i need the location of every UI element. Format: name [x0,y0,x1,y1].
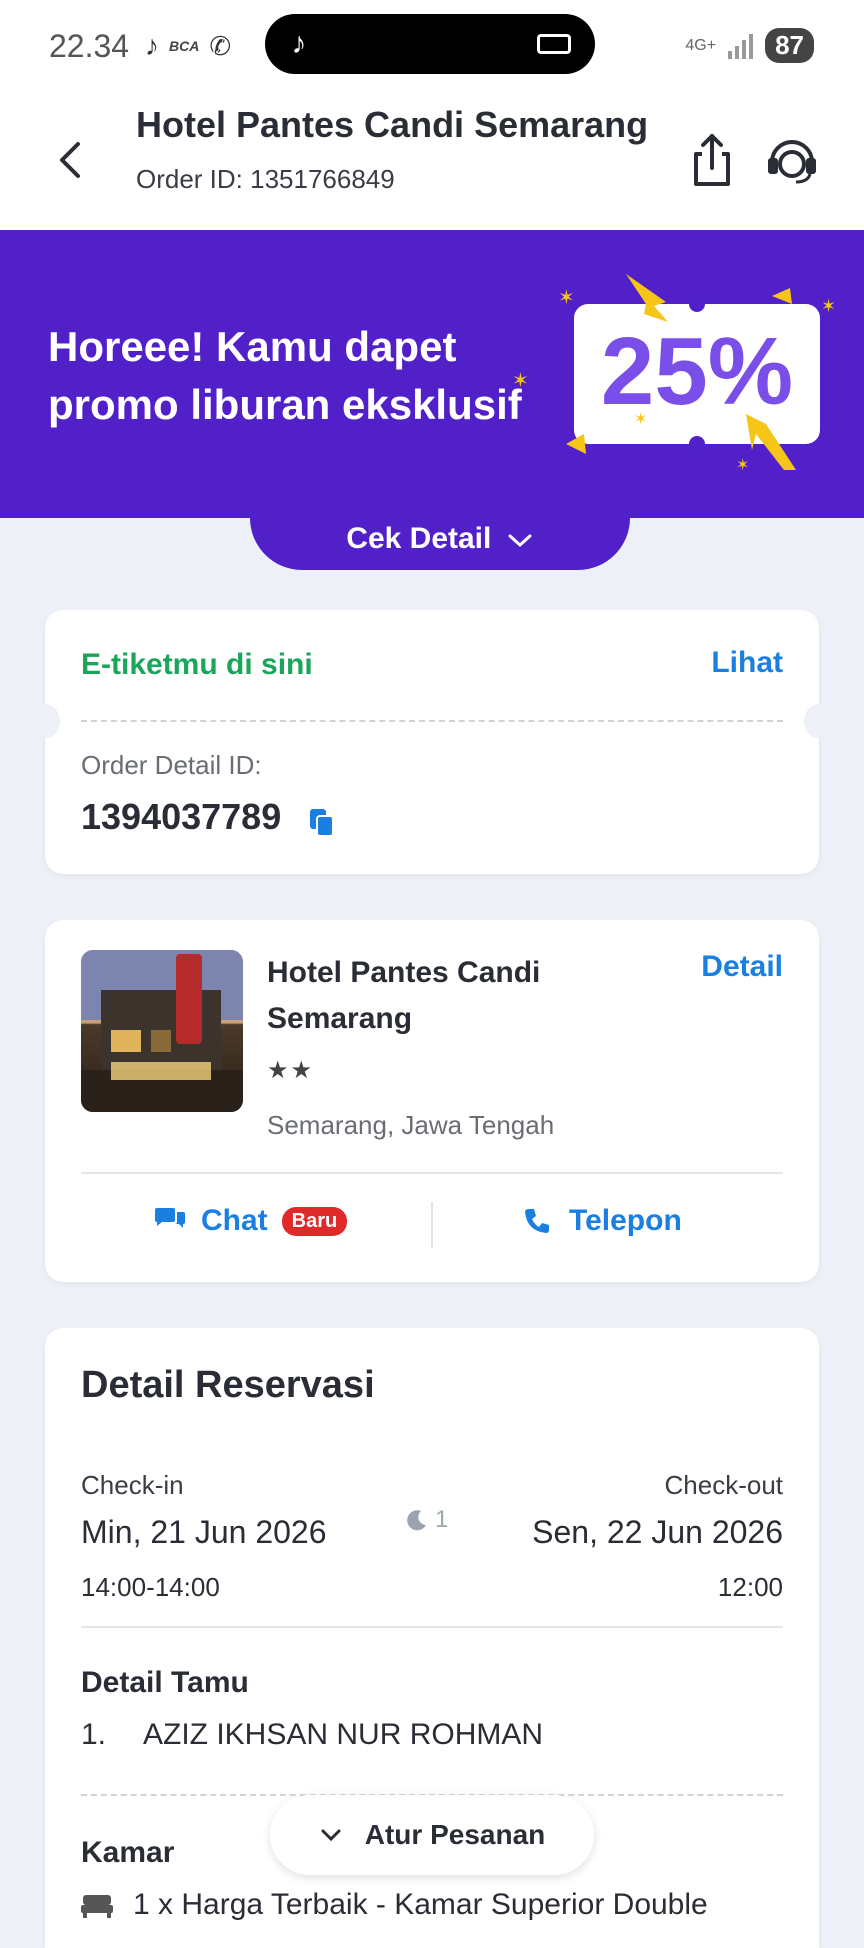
hotel-star-rating: ★★ [267,1057,315,1084]
chat-icon [155,1208,185,1228]
room-section-title: Kamar [81,1836,175,1869]
hotel-card: Hotel Pantes Candi Semarang Detail ★★ Se… [45,920,819,1282]
promo-text: Horeee! Kamu dapet promo liburan eksklus… [48,323,522,428]
ticket-notch-left [30,704,60,738]
svg-text:✶: ✶ [821,296,836,316]
guest-number: 1. [81,1718,107,1751]
hotel-name: Hotel Pantes Candi Semarang [267,956,541,1035]
checkin-date: Min, 21 Jun 2026 [81,1514,327,1550]
order-detail-label: Order Detail ID: [81,750,262,780]
whatsapp-icon: ✆ [209,30,232,61]
discount-ticket-icon: 25% ✶ ✶ ✶ ✶ [558,274,836,474]
phone-label: Telepon [569,1204,682,1237]
guest-name: AZIZ IKHSAN NUR ROHMAN [143,1718,544,1751]
new-badge: Baru [281,1206,348,1236]
page-title: Hotel Pantes Candi Semarang [136,104,649,145]
sparkle-icon: ✶ [512,370,529,390]
ticket-divider [81,720,783,722]
chat-label: Chat [201,1204,268,1237]
phone-icon [525,1209,549,1233]
hotel-detail-link[interactable]: Detail [701,950,783,984]
cek-detail-label: Cek Detail [346,522,492,555]
moon-icon [407,1510,426,1531]
svg-text:✶: ✶ [512,370,529,390]
tiktok-icon: ♪ [291,27,307,60]
copy-icon[interactable] [309,808,335,838]
tiktok-icon: ♪ [145,30,159,61]
hotel-photo[interactable] [81,950,243,1112]
promo-banner[interactable]: Horeee! Kamu dapet promo liburan eksklus… [0,230,864,518]
manage-order-label: Atur Pesanan [364,1819,546,1850]
dynamic-island: ♪ [265,14,595,74]
manage-order-button[interactable]: Atur Pesanan [270,1795,594,1875]
checkin-time: 14:00-14:00 [81,1572,220,1602]
hotel-photo-illustration [81,950,243,1112]
status-time: 22.34 [49,28,130,64]
page-header: Hotel Pantes Candi Semarang Order ID: 13… [0,90,864,230]
guest-row: 1. AZIZ IKHSAN NUR ROHMAN [81,1718,543,1752]
ticket-notch-right [804,704,834,738]
bca-icon: BCA [169,38,200,54]
signal-icon [728,33,754,59]
bed-icon [81,1895,113,1918]
checkin-label: Check-in [81,1470,184,1500]
battery-level: 87 [775,30,804,60]
chevron-down-icon [321,1829,341,1842]
chat-button[interactable]: Chat Baru [153,1204,348,1238]
divider [81,1172,783,1174]
cek-detail-button[interactable]: Cek Detail [250,518,630,570]
action-divider [431,1202,433,1248]
svg-text:✶: ✶ [634,411,647,428]
phone-button[interactable]: Telepon [523,1204,682,1238]
hotel-location: Semarang, Jawa Tengah [267,1110,555,1140]
network-type: 4G+ [685,36,717,54]
back-arrow-icon[interactable] [50,130,90,190]
eticket-card: E-tiketmu di sini Lihat Order Detail ID:… [30,610,834,874]
svg-text:✶: ✶ [558,287,575,309]
checkout-label: Check-out [664,1470,784,1500]
room-row: 1 x Harga Terbaik - Kamar Superior Doubl… [81,1888,708,1922]
battery-indicator: 87 [765,28,814,63]
promo-badge-text: 25% [601,318,793,425]
night-count: 1 [405,1506,448,1534]
reservation-title: Detail Reservasi [81,1364,375,1406]
room-description: 1 x Harga Terbaik - Kamar Superior Doubl… [133,1888,708,1921]
eticket-title: E-tiketmu di sini [81,648,313,681]
svg-text:✶: ✶ [736,457,749,474]
order-id: Order ID: 1351766849 [136,164,395,194]
guest-section-title: Detail Tamu [81,1666,249,1699]
divider [81,1626,783,1628]
checkout-time: 12:00 [717,1572,783,1602]
view-eticket-link[interactable]: Lihat [711,646,783,680]
message-icon [537,34,571,54]
share-icon[interactable] [686,130,738,190]
checkout-date: Sen, 22 Jun 2026 [532,1514,783,1550]
customer-support-icon[interactable] [764,132,820,188]
system-status: 4G+ 87 [685,28,814,63]
status-bar: 22.34 ♪ BCA ✆ ♪ 4G+ 87 [0,0,864,90]
order-detail-id: 1394037789 [81,796,282,837]
chevron-down-icon [508,534,532,548]
night-number: 1 [435,1506,449,1533]
notification-icons: ♪ BCA ✆ [145,30,231,62]
